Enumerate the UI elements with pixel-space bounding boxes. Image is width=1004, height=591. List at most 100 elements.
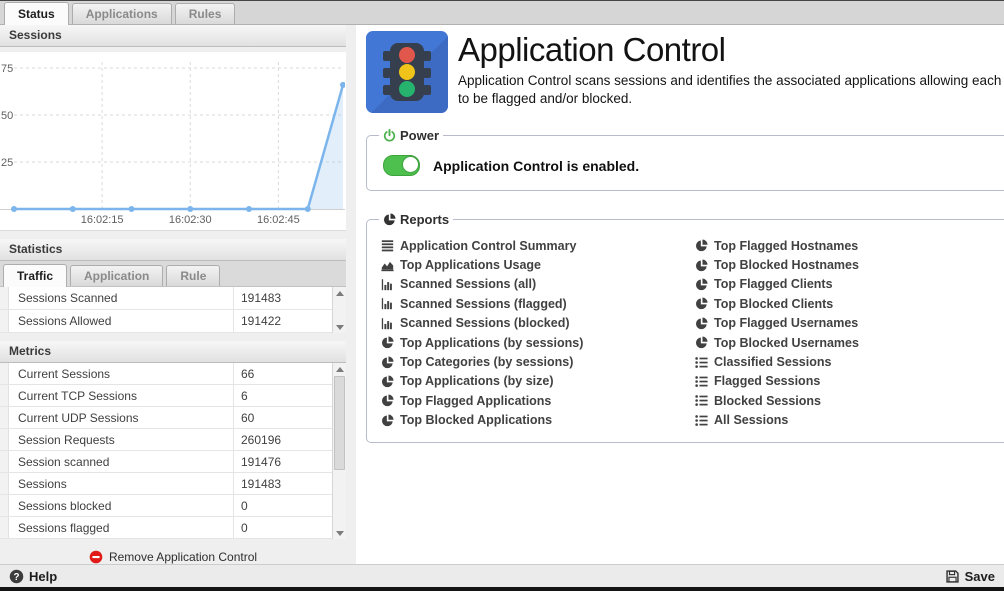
statistics-table: Sessions Scanned 191483 Sessions Allowed…	[0, 287, 346, 333]
pie-chart-icon	[695, 336, 708, 349]
stat-name: Sessions Scanned	[9, 287, 233, 309]
tab-applications[interactable]: Applications	[72, 3, 172, 24]
metric-value: 0	[233, 495, 332, 516]
sessions-panel-header: Sessions	[0, 25, 346, 47]
application-control-window: Status Applications Rules Sessions 25507…	[0, 0, 1004, 591]
metric-value: 60	[233, 407, 332, 428]
tab-rule[interactable]: Rule	[166, 265, 220, 286]
table-row: Sessions 191483	[0, 473, 332, 495]
statistics-scrollbar[interactable]	[332, 287, 346, 333]
reports-legend: Reports	[379, 212, 453, 227]
table-row: Session Requests 260196	[0, 429, 332, 451]
report-link-all-sessions[interactable]: All Sessions	[695, 411, 998, 430]
traffic-light-icon	[390, 43, 424, 101]
pie-chart-icon	[695, 297, 708, 310]
save-icon	[945, 569, 960, 584]
scroll-up-icon[interactable]	[333, 363, 346, 375]
bar-chart-icon	[381, 317, 394, 330]
list-ul-icon	[695, 356, 708, 369]
report-link-top-blocked-applications[interactable]: Top Blocked Applications	[381, 411, 695, 430]
svg-text:16:02:45: 16:02:45	[257, 214, 300, 224]
list-ul-icon	[695, 375, 708, 388]
help-button[interactable]: Help	[9, 569, 57, 584]
metric-value: 191483	[233, 473, 332, 494]
metrics-table: Current Sessions 66 Current TCP Sessions…	[0, 363, 346, 539]
app-main-panel: Application Control Application Control …	[356, 25, 1004, 564]
tab-status[interactable]: Status	[4, 2, 69, 25]
report-link-top-applications-by-size[interactable]: Top Applications (by size)	[381, 372, 695, 391]
svg-text:16:02:30: 16:02:30	[169, 214, 212, 224]
row-gutter	[0, 495, 9, 516]
report-link-top-applications-by-sessions[interactable]: Top Applications (by sessions)	[381, 333, 695, 352]
metric-name: Session Requests	[9, 429, 233, 450]
metric-value: 191476	[233, 451, 332, 472]
statistics-tab-bar: Traffic Application Rule	[0, 261, 346, 287]
pie-chart-icon	[383, 213, 396, 226]
list-ul-icon	[695, 394, 708, 407]
svg-text:50: 50	[1, 110, 13, 122]
area-chart-icon	[381, 259, 394, 272]
report-link-top-flagged-clients[interactable]: Top Flagged Clients	[695, 275, 998, 294]
remove-label: Remove Application Control	[109, 550, 257, 564]
power-legend: Power	[379, 128, 443, 143]
help-icon	[9, 569, 24, 584]
metric-value: 260196	[233, 429, 332, 450]
report-link-top-applications-usage[interactable]: Top Applications Usage	[381, 255, 695, 274]
metric-name: Sessions flagged	[9, 517, 233, 538]
metric-name: Session scanned	[9, 451, 233, 472]
metric-value: 6	[233, 385, 332, 406]
reports-section: Reports Application Control Summary Top …	[366, 212, 1004, 443]
metrics-panel-header: Metrics	[0, 341, 346, 363]
pie-chart-icon	[695, 278, 708, 291]
report-link-application-control-summary[interactable]: Application Control Summary	[381, 236, 695, 255]
table-row: Sessions Scanned 191483	[0, 287, 332, 310]
row-gutter	[0, 385, 9, 406]
report-link-top-flagged-applications[interactable]: Top Flagged Applications	[381, 391, 695, 410]
row-gutter	[0, 287, 9, 309]
save-button[interactable]: Save	[945, 569, 995, 584]
main-tab-bar: Status Applications Rules	[0, 0, 1004, 25]
scroll-down-icon[interactable]	[333, 527, 346, 539]
report-link-scanned-sessions-flagged[interactable]: Scanned Sessions (flagged)	[381, 294, 695, 313]
report-link-flagged-sessions[interactable]: Flagged Sessions	[695, 372, 998, 391]
report-link-top-blocked-hostnames[interactable]: Top Blocked Hostnames	[695, 255, 998, 274]
report-link-top-flagged-usernames[interactable]: Top Flagged Usernames	[695, 314, 998, 333]
pie-chart-icon	[381, 336, 394, 349]
svg-text:16:02:15: 16:02:15	[81, 214, 124, 224]
report-link-blocked-sessions[interactable]: Blocked Sessions	[695, 391, 998, 410]
table-row: Sessions Allowed 191422	[0, 310, 332, 333]
sessions-chart-svg: 25507516:02:1516:02:3016:02:45	[0, 52, 345, 224]
table-row: Current TCP Sessions 6	[0, 385, 332, 407]
pie-chart-icon	[695, 259, 708, 272]
report-link-top-flagged-hostnames[interactable]: Top Flagged Hostnames	[695, 236, 998, 255]
table-row: Session scanned 191476	[0, 451, 332, 473]
power-toggle[interactable]	[383, 155, 420, 176]
application-control-app-icon	[366, 31, 448, 113]
report-link-scanned-sessions-all[interactable]: Scanned Sessions (all)	[381, 275, 695, 294]
row-gutter	[0, 310, 9, 332]
row-gutter	[0, 429, 9, 450]
table-row: Sessions blocked 0	[0, 495, 332, 517]
report-link-top-categories-by-sessions[interactable]: Top Categories (by sessions)	[381, 352, 695, 371]
report-link-top-blocked-usernames[interactable]: Top Blocked Usernames	[695, 333, 998, 352]
power-section: Power Application Control is enabled.	[366, 128, 1004, 191]
tab-application[interactable]: Application	[70, 265, 163, 286]
stat-name: Sessions Allowed	[9, 310, 233, 332]
report-link-top-blocked-clients[interactable]: Top Blocked Clients	[695, 294, 998, 313]
power-icon	[383, 129, 396, 142]
stat-value: 191483	[233, 287, 332, 309]
scrollbar-thumb[interactable]	[334, 376, 345, 470]
row-gutter	[0, 407, 9, 428]
tab-rules[interactable]: Rules	[175, 3, 236, 24]
pie-chart-icon	[695, 317, 708, 330]
report-link-scanned-sessions-blocked[interactable]: Scanned Sessions (blocked)	[381, 314, 695, 333]
statistics-panel-header: Statistics	[0, 239, 346, 261]
reports-column-right: Top Flagged Hostnames Top Blocked Hostna…	[695, 236, 998, 430]
report-link-classified-sessions[interactable]: Classified Sessions	[695, 352, 998, 371]
tab-traffic[interactable]: Traffic	[3, 264, 67, 287]
scroll-down-icon[interactable]	[333, 321, 346, 333]
scroll-up-icon[interactable]	[333, 287, 346, 299]
metrics-scrollbar[interactable]	[332, 363, 346, 539]
app-description: Application Control scans sessions and i…	[458, 72, 1004, 108]
pie-chart-icon	[381, 375, 394, 388]
